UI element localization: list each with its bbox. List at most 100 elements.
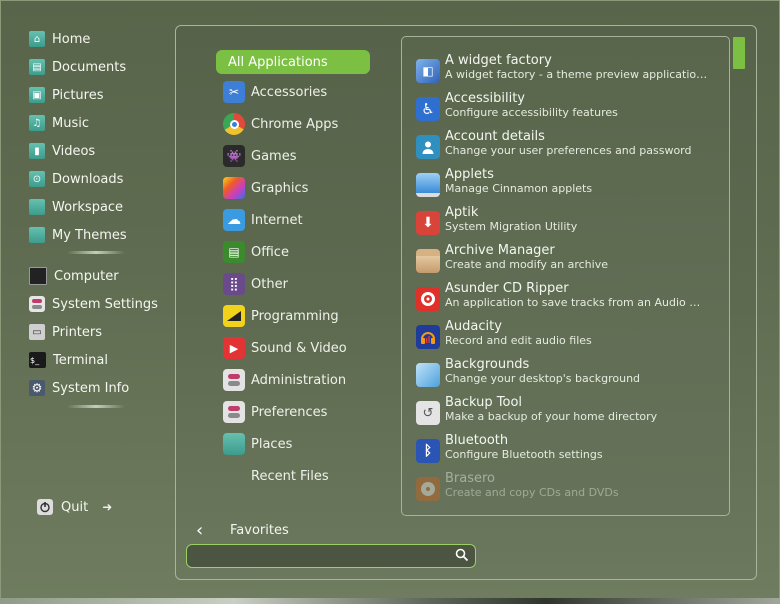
system-label: System Info [52,380,130,396]
search-input[interactable] [193,547,457,567]
settings-icon [29,296,45,312]
printer-icon: ▭ [29,324,45,340]
app-a-widget-factory[interactable]: ◧ A widget factory A widget factory - a t… [416,53,726,91]
app-aptik[interactable]: ⬇ Aptik System Migration Utility [416,205,726,243]
favorites-button[interactable]: ‹ Favorites [196,520,289,541]
category-label: Office [251,244,289,260]
desktop-background-strip [0,598,780,604]
app-description: Create and copy CDs and DVDs [445,486,619,499]
place-music[interactable]: ♫ Music [29,110,89,136]
app-archive-manager[interactable]: Archive Manager Create and modify an arch… [416,243,726,281]
main-panel: All Applications ✂ Accessories Chrome Ap… [175,25,757,580]
category-office[interactable]: ▤ Office [216,240,370,264]
place-videos[interactable]: ▮ Videos [29,138,95,164]
play-icon: ▶ [223,337,245,359]
category-games[interactable]: 👾 Games [216,144,370,168]
programming-icon [223,305,245,327]
system-settings[interactable]: System Settings [29,291,158,317]
app-name: Bluetooth [445,433,509,448]
place-downloads[interactable]: ⊙ Downloads [29,166,123,192]
computer-icon [29,267,47,285]
category-preferences[interactable]: Preferences [216,400,370,424]
grid-icon: ⣿ [223,273,245,295]
folder-icon [29,227,45,243]
place-label: Workspace [52,199,124,215]
system-label: Computer [54,268,119,284]
app-accessibility[interactable]: ♿ Accessibility Configure accessibility f… [416,91,726,129]
search-icon [455,548,469,562]
system-info[interactable]: ⚙ System Info [29,375,129,401]
category-label: Recent Files [251,468,329,484]
toggle-icon [223,369,245,391]
app-name: Accessibility [445,91,525,106]
app-backgrounds[interactable]: Backgrounds Change your desktop's backgro… [416,357,726,395]
system-label: Terminal [53,352,108,368]
place-label: Videos [52,143,96,159]
app-name: A widget factory [445,53,552,68]
aptik-icon: ⬇ [416,211,440,235]
app-name: Backgrounds [445,357,530,372]
cloud-icon: ☁ [223,209,245,231]
category-other[interactable]: ⣿ Other [216,272,370,296]
app-bluetooth[interactable]: ᛒ Bluetooth Configure Bluetooth settings [416,433,726,471]
category-label: All Applications [228,54,328,70]
graphics-icon [223,177,245,199]
category-chrome-apps[interactable]: Chrome Apps [216,112,370,136]
app-description: Change your desktop's background [445,372,641,385]
archive-icon [416,249,440,273]
category-all-applications[interactable]: All Applications [216,50,370,74]
toggle-icon [223,401,245,423]
search-box[interactable] [186,544,476,568]
category-places[interactable]: Places [216,432,370,456]
place-documents[interactable]: ▤ Documents [29,54,126,80]
place-pictures[interactable]: ▣ Pictures [29,82,103,108]
category-graphics[interactable]: Graphics [216,176,370,200]
category-label: Graphics [251,180,309,196]
category-administration[interactable]: Administration [216,368,370,392]
backup-icon: ↺ [416,401,440,425]
category-sound-video[interactable]: ▶ Sound & Video [216,336,370,360]
place-label: Home [52,31,91,47]
category-accessories[interactable]: ✂ Accessories [216,80,370,104]
app-audacity[interactable]: Audacity Record and edit audio files [416,319,726,357]
accessibility-icon: ♿ [416,97,440,121]
documents-folder-icon: ▤ [29,59,45,75]
place-label: Music [52,115,89,131]
place-workspace[interactable]: Workspace [29,194,123,220]
pictures-folder-icon: ▣ [29,87,45,103]
place-home[interactable]: ⌂ Home [29,26,90,52]
system-terminal[interactable]: $_ Terminal [29,347,108,373]
app-description: Make a backup of your home directory [445,410,658,423]
system-computer[interactable]: Computer [29,263,119,289]
scissors-icon: ✂ [223,81,245,103]
category-recent-files[interactable]: Recent Files [216,464,370,488]
power-icon [37,499,53,515]
app-description: Record and edit audio files [445,334,592,347]
scrollbar-thumb[interactable] [733,37,745,69]
place-my-themes[interactable]: My Themes [29,222,127,248]
app-name: Archive Manager [445,243,555,258]
gear-icon: ⚙ [29,380,45,396]
category-label: Chrome Apps [251,116,339,132]
place-label: Pictures [52,87,104,103]
folder-icon [223,433,245,455]
category-label: Sound & Video [251,340,347,356]
app-asunder-cd-ripper[interactable]: Asunder CD Ripper An application to save … [416,281,726,319]
app-description: System Migration Utility [445,220,578,233]
app-backup-tool[interactable]: ↺ Backup Tool Make a backup of your home … [416,395,726,433]
app-description: Change your user preferences and passwor… [445,144,692,157]
category-label: Accessories [251,84,328,100]
app-applets[interactable]: Applets Manage Cinnamon applets [416,167,726,205]
category-internet[interactable]: ☁ Internet [216,208,370,232]
app-name: Asunder CD Ripper [445,281,569,296]
app-account-details[interactable]: Account details Change your user preferen… [416,129,726,167]
downloads-folder-icon: ⊙ [29,171,45,187]
quit-button[interactable]: Quit ➜ [37,499,112,515]
app-brasero[interactable]: Brasero Create and copy CDs and DVDs [416,471,726,509]
category-programming[interactable]: Programming [216,304,370,328]
arrow-right-icon[interactable]: ➜ [102,500,112,514]
separator [67,251,125,254]
system-printers[interactable]: ▭ Printers [29,319,102,345]
office-icon: ▤ [223,241,245,263]
category-label: Programming [251,308,339,324]
